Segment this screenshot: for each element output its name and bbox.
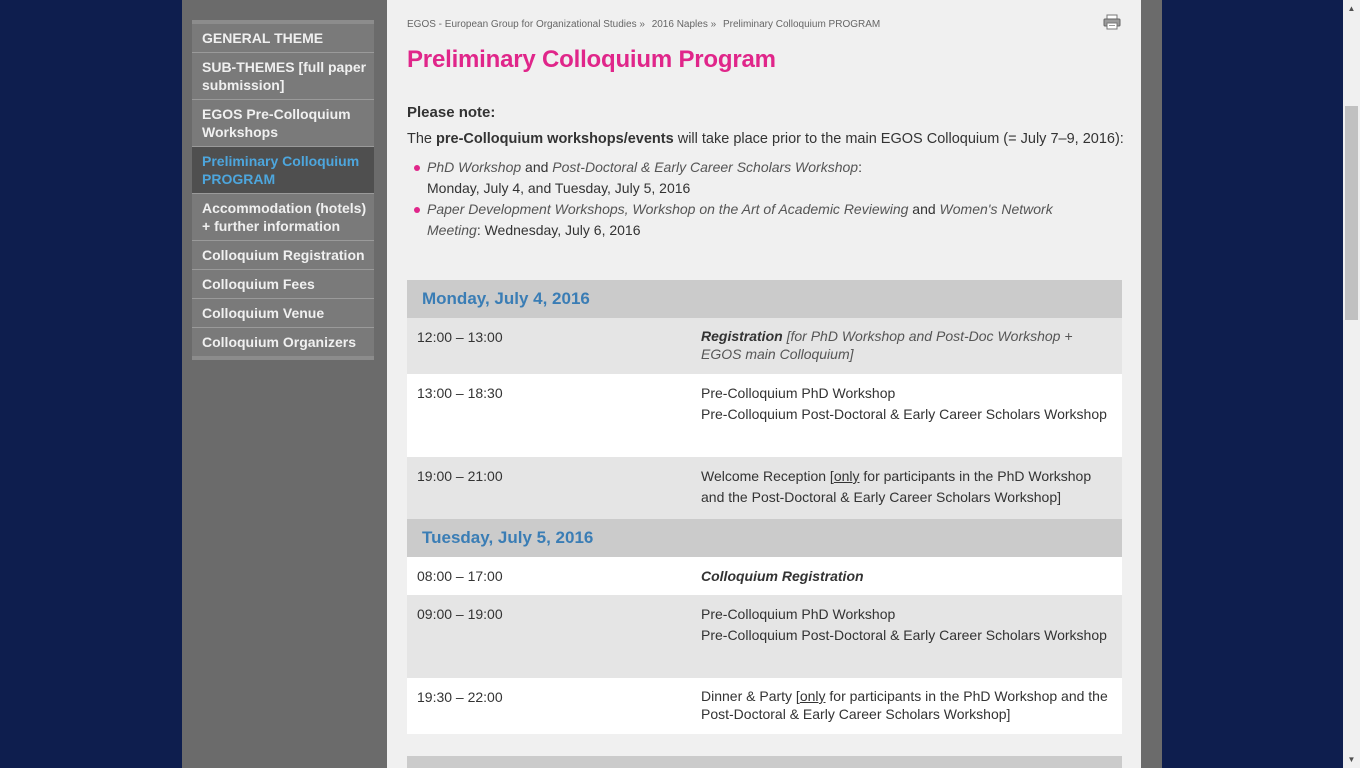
row-line: Pre-Colloquium Post-Doctoral & Early Car…	[701, 406, 1107, 422]
row-description: Colloquium Registration	[701, 557, 1122, 595]
schedule-table: Monday, July 4, 2016 12:00 – 13:00 Regis…	[407, 280, 1122, 768]
row-underline: only	[799, 688, 826, 704]
page-title: Preliminary Colloquium Program	[407, 46, 776, 73]
bullet-text: : Wednesday, July 6, 2016	[476, 222, 641, 238]
row-text: Welcome Reception [	[701, 468, 834, 484]
sidebar-item-venue[interactable]: Colloquium Venue	[192, 299, 374, 328]
table-row: 19:30 – 22:00 Dinner & Party [only for p…	[407, 678, 1122, 734]
sidebar-item-colloquium-program[interactable]: Preliminary Colloquium PROGRAM	[192, 147, 374, 194]
intro-post: will take place prior to the main EGOS C…	[673, 131, 1124, 147]
main-content: EGOS - European Group for Organizational…	[387, 0, 1141, 768]
sidebar-item-accommodation[interactable]: Accommodation (hotels) + further informa…	[192, 194, 374, 241]
row-line: Pre-Colloquium Post-Doctoral & Early Car…	[701, 627, 1107, 643]
scroll-thumb[interactable]	[1345, 106, 1358, 320]
bullet-date: Monday, July 4, and Tuesday, July 5, 201…	[427, 180, 691, 196]
bullet-italic: Post-Doctoral & Early Career Scholars Wo…	[552, 159, 859, 175]
row-time: 19:30 – 22:00	[417, 689, 503, 705]
row-description: Dinner & Party [only for participants in…	[701, 678, 1122, 734]
sidebar-nav: GENERAL THEME SUB-THEMES [full paper sub…	[192, 20, 374, 360]
row-line: Pre-Colloquium PhD Workshop	[701, 385, 896, 401]
sidebar-item-sub-themes[interactable]: SUB-THEMES [full paper submission]	[192, 53, 374, 100]
row-bold: Registration	[701, 328, 783, 344]
table-row: 09:00 – 19:00 Pre-Colloquium PhD Worksho…	[407, 595, 1122, 678]
row-time: 09:00 – 19:00	[417, 606, 503, 622]
bullet-italic: PhD Workshop	[427, 159, 522, 175]
bullet-text: and	[908, 201, 940, 217]
day-header-next	[407, 756, 1122, 768]
breadcrumb-current: Preliminary Colloquium PROGRAM	[722, 19, 881, 30]
row-time: 13:00 – 18:30	[417, 385, 503, 401]
breadcrumb-link-egos[interactable]: EGOS - European Group for Organizational…	[407, 19, 645, 30]
row-description: Welcome Reception [only for participants…	[701, 457, 1122, 519]
row-text: Dinner & Party [	[701, 688, 800, 704]
row-underline: only	[833, 468, 860, 484]
sidebar-item-registration[interactable]: Colloquium Registration	[192, 241, 374, 270]
bullet-text: and	[521, 159, 553, 175]
scrollbar[interactable]: ▲ ▼	[1343, 0, 1360, 768]
list-item: Paper Development Workshops, Workshop on…	[407, 199, 1107, 241]
sidebar-item-pre-colloquium-workshops[interactable]: EGOS Pre-Colloquium Workshops	[192, 100, 374, 147]
row-time: 19:00 – 21:00	[417, 468, 503, 484]
list-item: PhD Workshop and Post-Doctoral & Early C…	[407, 157, 1107, 199]
bullet-icon	[414, 165, 420, 171]
pre-colloquium-list: PhD Workshop and Post-Doctoral & Early C…	[407, 157, 1107, 241]
row-description: Pre-Colloquium PhD Workshop Pre-Colloqui…	[701, 374, 1122, 457]
print-icon[interactable]	[1103, 14, 1121, 30]
scroll-down-icon[interactable]: ▼	[1343, 751, 1360, 768]
note-heading: Please note:	[407, 104, 496, 121]
row-bold: Colloquium Registration	[701, 568, 864, 584]
sidebar-item-general-theme[interactable]: GENERAL THEME	[192, 24, 374, 53]
bullet-italic: Paper Development Workshops, Workshop on…	[427, 201, 909, 217]
scroll-up-icon[interactable]: ▲	[1343, 0, 1360, 17]
day-header-tuesday: Tuesday, July 5, 2016	[407, 519, 1122, 557]
intro-bold: pre-Colloquium workshops/events	[436, 131, 674, 147]
intro-pre: The	[407, 131, 437, 147]
row-description: Pre-Colloquium PhD Workshop Pre-Colloqui…	[701, 595, 1122, 678]
table-row: 12:00 – 13:00 Registration [for PhD Work…	[407, 318, 1122, 374]
row-time: 12:00 – 13:00	[417, 329, 503, 345]
table-row: 08:00 – 17:00 Colloquium Registration	[407, 557, 1122, 595]
sidebar-item-fees[interactable]: Colloquium Fees	[192, 270, 374, 299]
row-time: 08:00 – 17:00	[417, 568, 503, 584]
sidebar-item-organizers[interactable]: Colloquium Organizers	[192, 328, 374, 356]
row-description: Registration [for PhD Workshop and Post-…	[701, 318, 1122, 374]
table-row: 19:00 – 21:00 Welcome Reception [only fo…	[407, 457, 1122, 519]
table-row: 13:00 – 18:30 Pre-Colloquium PhD Worksho…	[407, 374, 1122, 457]
breadcrumb: EGOS - European Group for Organizational…	[407, 19, 884, 30]
bullet-icon	[414, 207, 420, 213]
intro-text: The pre-Colloquium workshops/events will…	[407, 131, 1124, 147]
day-header-monday: Monday, July 4, 2016	[407, 280, 1122, 318]
breadcrumb-link-naples[interactable]: 2016 Naples »	[652, 19, 717, 30]
row-line: Pre-Colloquium PhD Workshop	[701, 606, 896, 622]
bullet-text: :	[858, 159, 862, 175]
